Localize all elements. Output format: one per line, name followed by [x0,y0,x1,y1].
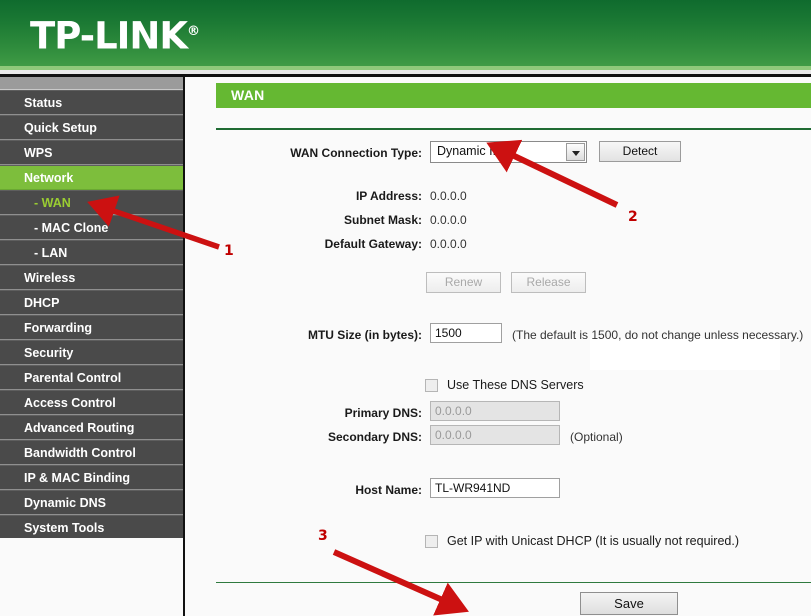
page-title-bar: WAN [216,83,811,108]
page-title: WAN [231,87,265,103]
use-dns-servers-checkbox[interactable] [425,379,438,392]
sidebar-item-label: Bandwidth Control [24,446,136,460]
unicast-dhcp-checkbox[interactable] [425,535,438,548]
app-header: TP-LINK® [0,0,811,66]
sidebar-item-wps[interactable]: WPS [0,140,183,165]
mtu-size-input[interactable] [430,323,502,343]
annotation-number-2: 2 [628,209,638,225]
sidebar-item-label: IP & MAC Binding [24,471,131,485]
sidebar-item-label: Network [24,171,74,185]
sidebar-item-label: Access Control [24,396,116,410]
subnet-mask-label: Subnet Mask: [343,213,422,227]
sidebar-item-label: Security [24,346,74,360]
secondary-dns-optional-hint: (Optional) [570,430,623,444]
host-name-label: Host Name: [355,483,422,497]
sidebar-item-label: Dynamic DNS [24,496,106,510]
sidebar-item-mac-clone[interactable]: - MAC Clone [0,215,183,240]
sidebar-item-status[interactable]: Status [0,90,183,115]
sidebar-item-parental-control[interactable]: Parental Control [0,365,183,390]
use-dns-servers-label: Use These DNS Servers [447,378,584,392]
chevron-down-icon[interactable] [566,143,585,161]
brand-name: TP-LINK [30,14,188,58]
sidebar-item-label: System Tools [24,521,105,535]
renew-button[interactable]: Renew [426,272,501,293]
sidebar-item-label: Quick Setup [24,121,97,135]
detect-button[interactable]: Detect [599,141,681,162]
subnet-mask-value: 0.0.0.0 [430,213,467,227]
sidebar-item-label: Forwarding [24,321,93,335]
sidebar-bottom-filler [0,538,183,616]
annotation-number-3: 3 [318,528,328,544]
annotation-number-1: 1 [224,243,234,259]
tp-link-logo: TP-LINK® [30,12,200,58]
unicast-dhcp-label: Get IP with Unicast DHCP (It is usually … [447,534,740,548]
default-gateway-value: 0.0.0.0 [430,237,467,251]
wan-connection-type-label: WAN Connection Type: [290,146,422,160]
content-panel: WAN WAN Connection Type: Dynamic IP Dete… [187,77,811,616]
mtu-size-label: MTU Size (in bytes): [307,328,422,342]
sidebar-item-security[interactable]: Security [0,340,183,365]
sidebar-item-label: Wireless [24,271,76,285]
primary-dns-label: Primary DNS: [344,406,422,420]
release-button[interactable]: Release [511,272,586,293]
mtu-size-hint: (The default is 1500, do not change unle… [512,328,804,342]
sidebar-item-label: WPS [24,146,53,160]
sidebar-item-lan[interactable]: - LAN [0,240,183,265]
ip-address-label: IP Address: [355,189,422,203]
registered-mark: ® [187,24,200,39]
sidebar-top-spacer [0,77,183,90]
sidebar-item-ip-mac-binding[interactable]: IP & MAC Binding [0,465,183,490]
ip-address-value: 0.0.0.0 [430,189,467,203]
sidebar-item-label: Status [24,96,63,110]
primary-dns-input[interactable] [430,401,560,421]
sidebar-item-system-tools[interactable]: System Tools [0,515,183,540]
sidebar-item-label: - WAN [34,196,71,210]
sidebar-nav: Status Quick Setup WPS Network - WAN - M… [0,77,185,616]
sidebar-item-quick-setup[interactable]: Quick Setup [0,115,183,140]
sidebar-item-label: - MAC Clone [34,221,109,235]
sidebar-item-access-control[interactable]: Access Control [0,390,183,415]
sidebar-item-label: Parental Control [24,371,122,385]
wan-connection-type-select[interactable]: Dynamic IP [430,141,587,163]
sidebar-item-label: Advanced Routing [24,421,135,435]
sidebar-item-bandwidth-control[interactable]: Bandwidth Control [0,440,183,465]
sidebar-item-dhcp[interactable]: DHCP [0,290,183,315]
dhcp-status-box [590,338,780,370]
content-top-divider [216,128,811,130]
sidebar-item-dynamic-dns[interactable]: Dynamic DNS [0,490,183,515]
sidebar-item-wan[interactable]: - WAN [0,190,183,215]
sidebar-item-label: - LAN [34,246,68,260]
sidebar-item-network[interactable]: Network [0,165,183,190]
host-name-input[interactable] [430,478,560,498]
secondary-dns-label: Secondary DNS: [327,430,422,444]
secondary-dns-input[interactable] [430,425,560,445]
sidebar-item-forwarding[interactable]: Forwarding [0,315,183,340]
sidebar-item-wireless[interactable]: Wireless [0,265,183,290]
sidebar-item-advanced-routing[interactable]: Advanced Routing [0,415,183,440]
sidebar-item-label: DHCP [24,296,60,310]
save-button[interactable]: Save [580,592,678,615]
wan-connection-type-value: Dynamic IP [437,144,501,158]
content-bottom-divider [216,582,811,583]
